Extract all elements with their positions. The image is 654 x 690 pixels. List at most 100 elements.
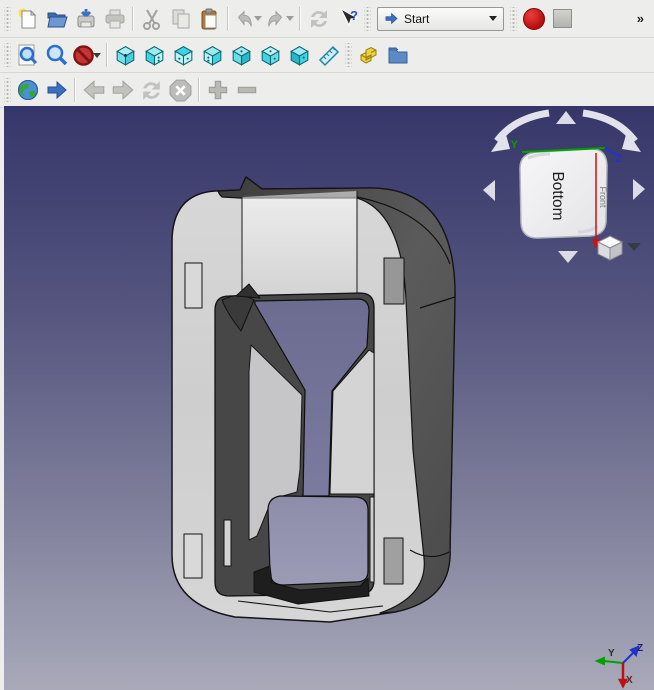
stop-octagon-icon bbox=[168, 78, 193, 103]
whats-this-button[interactable]: ? bbox=[333, 5, 362, 33]
fit-all-button[interactable] bbox=[13, 41, 42, 69]
view-rear-button[interactable] bbox=[227, 41, 256, 69]
save-icon bbox=[74, 7, 98, 31]
ruler-icon bbox=[317, 43, 341, 67]
go-to-page-button[interactable] bbox=[42, 76, 71, 104]
3d-viewport[interactable]: Front Bottom Y Z bbox=[4, 106, 654, 690]
top-view-cube-icon bbox=[171, 43, 196, 68]
cube-z-label: Z bbox=[615, 153, 622, 165]
slot-bottom-left bbox=[224, 520, 231, 566]
toolbar-separator bbox=[106, 43, 108, 67]
toolbar-view bbox=[0, 38, 654, 73]
draw-style-dropdown-caret[interactable] bbox=[93, 53, 101, 58]
front-view-cube-icon bbox=[142, 43, 167, 68]
nav-cube-side-label[interactable]: Front bbox=[598, 186, 608, 208]
open-folder-icon bbox=[45, 7, 69, 31]
fit-all-icon bbox=[16, 43, 40, 67]
axis-x-label: X bbox=[626, 675, 633, 686]
zoom-in-button[interactable] bbox=[203, 76, 232, 104]
paste-button[interactable] bbox=[195, 5, 224, 33]
toolbar-separator bbox=[227, 7, 229, 31]
macro-record-button[interactable] bbox=[519, 5, 548, 33]
toolbar-gripper[interactable] bbox=[510, 7, 517, 31]
toolbar-gripper[interactable] bbox=[364, 7, 371, 31]
refresh-button[interactable] bbox=[304, 5, 333, 33]
workbench-selector-value: Start bbox=[404, 12, 484, 26]
toolbar-separator bbox=[132, 7, 134, 31]
view-axonometric-button[interactable] bbox=[111, 41, 140, 69]
toolbar-web bbox=[0, 73, 654, 108]
toolbar-gripper[interactable] bbox=[4, 7, 11, 31]
record-macro-icon bbox=[523, 8, 545, 30]
hole-bottom-right bbox=[384, 538, 403, 584]
redo-button[interactable] bbox=[264, 5, 288, 33]
view-bottom-button[interactable] bbox=[256, 41, 285, 69]
minus-icon bbox=[234, 77, 260, 103]
view-top-button[interactable] bbox=[169, 41, 198, 69]
right-view-cube-icon bbox=[200, 43, 225, 68]
toolbar-separator bbox=[299, 7, 301, 31]
draw-style-icon bbox=[72, 44, 95, 67]
svg-text:?: ? bbox=[350, 8, 358, 23]
left-view-cube-icon bbox=[287, 43, 312, 68]
toolbar-gripper[interactable] bbox=[4, 43, 11, 67]
web-browser-button[interactable] bbox=[13, 76, 42, 104]
globe-icon bbox=[16, 78, 40, 102]
plus-icon bbox=[205, 77, 231, 103]
open-document-button[interactable] bbox=[42, 5, 71, 33]
clipboard-paste-icon bbox=[198, 7, 222, 31]
print-button[interactable] bbox=[100, 5, 129, 33]
zoom-out-button[interactable] bbox=[232, 76, 261, 104]
fit-selection-button[interactable] bbox=[42, 41, 71, 69]
toolbar-overflow-button[interactable]: » bbox=[633, 9, 648, 28]
workbench-selector[interactable]: Start bbox=[377, 7, 504, 31]
redo-dropdown-caret[interactable] bbox=[286, 16, 294, 21]
new-document-button[interactable] bbox=[13, 5, 42, 33]
toolbar-separator bbox=[198, 78, 200, 102]
rear-view-cube-icon bbox=[229, 43, 254, 68]
undo-button[interactable] bbox=[232, 5, 256, 33]
folder-icon bbox=[386, 43, 410, 67]
view-left-button[interactable] bbox=[285, 41, 314, 69]
part-shape-icon bbox=[357, 43, 381, 67]
axis-z-label: Z bbox=[637, 643, 643, 654]
toolbar-gripper[interactable] bbox=[4, 78, 11, 102]
nav-forward-button[interactable] bbox=[108, 76, 137, 104]
draw-style-button[interactable] bbox=[71, 41, 95, 69]
hole-top-left bbox=[185, 263, 202, 308]
macro-stop-button[interactable] bbox=[548, 5, 577, 33]
save-document-button[interactable] bbox=[71, 5, 100, 33]
undo-dropdown-caret[interactable] bbox=[254, 16, 262, 21]
reload-icon bbox=[139, 78, 164, 103]
blue-arrow-icon bbox=[384, 11, 399, 26]
page-stop-button[interactable] bbox=[166, 76, 195, 104]
bottom-view-cube-icon bbox=[258, 43, 283, 68]
nav-cube-face-label[interactable]: Bottom bbox=[549, 171, 566, 220]
open-folder-button[interactable] bbox=[383, 41, 412, 69]
toolbar-gripper[interactable] bbox=[345, 43, 352, 67]
axis-y-label: Y bbox=[608, 648, 615, 659]
back-arrow-icon bbox=[81, 77, 107, 103]
blue-arrow-icon bbox=[45, 78, 69, 102]
copy-button[interactable] bbox=[166, 5, 195, 33]
nav-back-button[interactable] bbox=[79, 76, 108, 104]
stop-macro-icon bbox=[553, 9, 572, 28]
model-part[interactable] bbox=[172, 177, 455, 622]
view-right-button[interactable] bbox=[198, 41, 227, 69]
cut-button[interactable] bbox=[137, 5, 166, 33]
measure-distance-button[interactable] bbox=[314, 41, 343, 69]
undo-arrow-icon bbox=[233, 8, 255, 30]
copy-icon bbox=[169, 7, 193, 31]
help-cursor-icon: ? bbox=[336, 7, 360, 31]
refresh-icon bbox=[307, 7, 331, 31]
new-document-icon bbox=[16, 7, 40, 31]
print-icon bbox=[103, 7, 127, 31]
forward-arrow-icon bbox=[110, 77, 136, 103]
page-reload-button[interactable] bbox=[137, 76, 166, 104]
view-front-button[interactable] bbox=[140, 41, 169, 69]
part-shape-button[interactable] bbox=[354, 41, 383, 69]
toolbar-file: ? Start » bbox=[0, 0, 654, 38]
chevron-down-icon bbox=[489, 16, 497, 21]
scissors-icon bbox=[140, 7, 164, 31]
magnifier-icon bbox=[45, 43, 69, 67]
